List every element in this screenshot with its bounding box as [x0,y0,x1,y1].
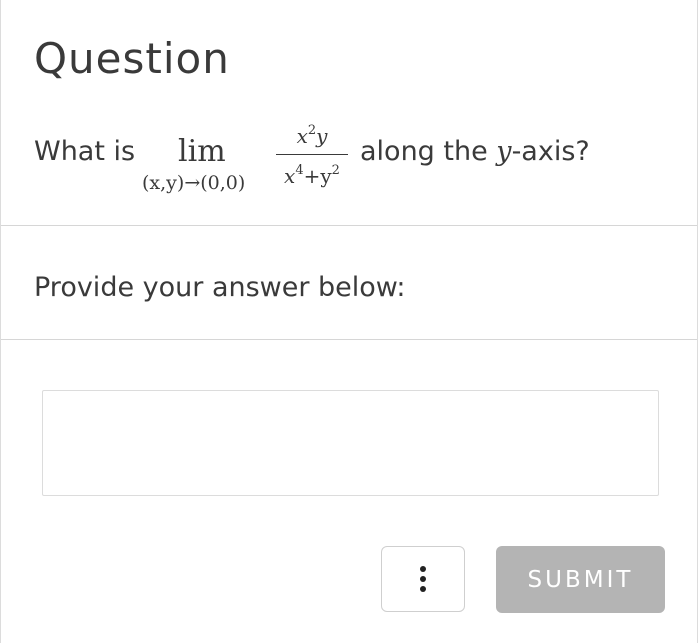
question-section: Question What is lim (x,y)→(0,0) x2y x4+… [1,0,697,226]
answer-input[interactable] [42,390,659,496]
fraction-denominator: x4+y2 [284,163,340,188]
answer-prompt-section: Provide your answer below: [1,226,697,340]
more-options-button[interactable] [381,546,465,612]
submit-button[interactable]: SUBMIT [496,546,665,613]
vertical-ellipsis-icon [420,566,426,592]
question-suffix: along the y-axis? [360,136,590,167]
fraction-numerator: x2y [296,123,328,148]
limit-operator: lim [178,134,226,169]
fraction-bar [276,154,348,155]
question-prefix: What is [34,136,136,167]
question-text: What is lim (x,y)→(0,0) x2y x4+y2 along … [34,118,674,198]
question-card: Question What is lim (x,y)→(0,0) x2y x4+… [0,0,698,643]
limit-fraction: x2y x4+y2 [274,118,350,188]
limit-subscript: (x,y)→(0,0) [142,172,246,194]
question-heading: Question [34,34,230,83]
answer-prompt: Provide your answer below: [34,272,406,303]
